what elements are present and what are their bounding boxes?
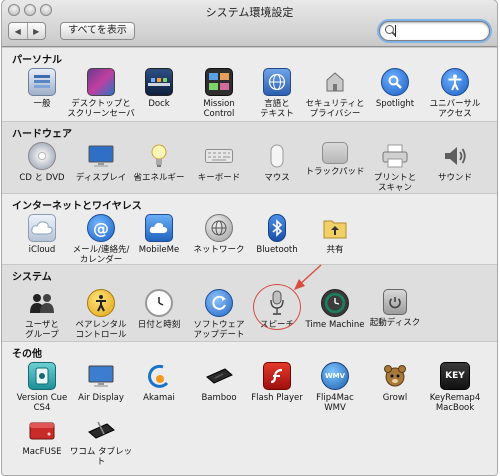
mobileme-icon xyxy=(145,214,173,242)
flip4mac-icon: WMV xyxy=(321,362,349,390)
pref-wacom-tablet[interactable]: ワコム タブレット xyxy=(66,416,136,467)
search-field[interactable] xyxy=(379,21,490,41)
bamboo-icon xyxy=(205,362,233,390)
startup-disk-icon xyxy=(383,289,407,315)
wacom-icon xyxy=(87,416,115,444)
toolbar: システム環境設定 ◀ ▶ すべてを表示 xyxy=(2,0,497,47)
akamai-icon xyxy=(145,362,173,390)
desktop-icon xyxy=(87,68,115,96)
printer-icon xyxy=(381,142,409,170)
section-hardware: ハードウェア CD と DVD ディスプレイ 省エネルギー キーボード マウス … xyxy=(2,121,497,194)
section-header: インターネットとワイヤレス xyxy=(12,201,142,212)
energy-icon xyxy=(145,142,173,170)
pref-label: ユニバーサル アクセス xyxy=(429,99,481,119)
pref-sharing[interactable]: 共有 xyxy=(300,214,370,255)
section-header: システム xyxy=(12,272,52,283)
pref-label: KeyRemap4 MacBook xyxy=(429,393,481,413)
section-other: その他 Version Cue CS4 Air Display Akamai B… xyxy=(2,341,497,475)
network-icon xyxy=(205,214,233,242)
bluetooth-icon xyxy=(268,214,286,242)
section-system: システム ユーザと グループ ペアレンタル コントロール 日付と時刻 ソフトウェ… xyxy=(2,264,497,342)
section-header: ハードウェア xyxy=(12,129,72,140)
language-icon xyxy=(263,68,291,96)
spotlight-icon xyxy=(381,68,409,96)
air-display-icon xyxy=(87,362,115,390)
sound-icon xyxy=(441,142,469,170)
nav-group: ◀ ▶ xyxy=(8,22,46,40)
dock-icon xyxy=(145,68,173,96)
forward-button[interactable]: ▶ xyxy=(26,23,46,39)
universal-access-icon xyxy=(441,68,469,96)
section-internet: インターネットとワイヤレス iCloud @ メール/連絡先/ カレンダー Mo… xyxy=(2,193,497,265)
pref-universal-access[interactable]: ユニバーサル アクセス xyxy=(420,68,490,119)
display-icon xyxy=(87,142,115,170)
version-cue-icon xyxy=(28,362,56,390)
keyremap-icon: KEY xyxy=(440,362,470,390)
mouse-icon xyxy=(263,142,291,170)
update-icon xyxy=(205,289,233,317)
section-personal: パーソナル 一般 デスクトップと スクリーンセーバ Dock Mission C… xyxy=(2,47,497,122)
section-header: パーソナル xyxy=(12,55,62,66)
window-title: システム環境設定 xyxy=(205,6,294,19)
system-preferences-window: システム環境設定 ◀ ▶ すべてを表示 パーソナル 一般 デスクトップと スクリ… xyxy=(2,0,497,475)
section-header: その他 xyxy=(12,349,42,360)
show-all-button[interactable]: すべてを表示 xyxy=(60,22,135,40)
macfuse-icon xyxy=(28,416,56,444)
general-icon xyxy=(28,68,56,96)
search-icon xyxy=(385,25,394,34)
mission-control-icon xyxy=(205,68,233,96)
time-machine-icon xyxy=(321,289,349,317)
back-button[interactable]: ◀ xyxy=(9,23,27,39)
sharing-icon xyxy=(321,214,349,242)
trackpad-icon xyxy=(322,142,348,164)
pref-label: ワコム タブレット xyxy=(69,447,133,467)
pref-keyremap[interactable]: KEY KeyRemap4 MacBook xyxy=(420,362,490,413)
growl-icon xyxy=(381,362,409,390)
cd-icon xyxy=(28,142,56,170)
pref-label: 共有 xyxy=(326,245,344,255)
pref-sound[interactable]: サウンド xyxy=(420,142,490,183)
text-caret xyxy=(395,25,396,37)
icloud-icon xyxy=(28,214,56,242)
pref-label: サウンド xyxy=(437,173,472,183)
keyboard-icon xyxy=(205,142,233,170)
arrow-annotation xyxy=(294,264,322,290)
clock-icon xyxy=(145,289,173,317)
security-icon xyxy=(321,68,349,96)
pref-startup-disk[interactable]: 起動ディスク xyxy=(360,289,430,328)
users-icon xyxy=(28,289,56,317)
parental-icon xyxy=(87,289,115,317)
pref-label: 起動ディスク xyxy=(369,318,421,328)
mail-icon: @ xyxy=(87,214,115,242)
flash-icon xyxy=(263,362,291,390)
